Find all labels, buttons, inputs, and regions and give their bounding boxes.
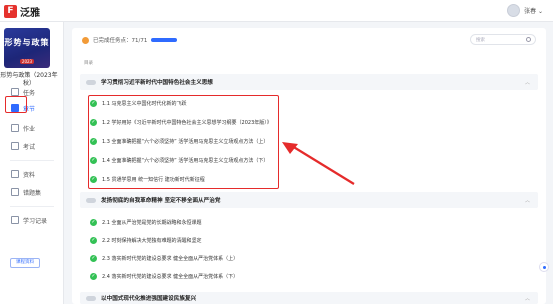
user-menu[interactable]: 张春 ⌄: [507, 4, 543, 17]
avatar: [507, 4, 521, 17]
section-header[interactable]: 以中国式现代化推进强国建设民族复兴 ︿: [80, 292, 538, 304]
sidebar-item-label: 资料: [23, 171, 36, 179]
list-item-label: 2.2 时刻保持解决大党独有难题的清醒和坚定: [102, 237, 202, 244]
progress-summary: 已完成任务点：71/71: [82, 36, 178, 44]
annotation-box-section1-items: [88, 95, 279, 189]
task-icon: [11, 88, 19, 96]
app-logo[interactable]: F 泛雅: [4, 4, 40, 19]
list-item[interactable]: ✓ 2.1 全面从严治党是党的长期战略和永恒课题: [90, 217, 202, 227]
progress-bar: [151, 38, 178, 42]
sidebar-item-label: 考试: [23, 143, 36, 151]
sidebar-item-wrong-questions[interactable]: 错题集: [11, 186, 41, 198]
section-title: 学习贯彻习近平新时代中国特色社会主义思想: [101, 80, 213, 86]
course-materials-button[interactable]: 课程资料: [10, 258, 40, 268]
sidebar-item-learning-record[interactable]: 学习记录: [11, 214, 47, 226]
chevron-up-icon[interactable]: ︿: [525, 295, 530, 302]
sidebar-item-label: 学习记录: [23, 217, 48, 225]
sidebar-item-homework[interactable]: 作业: [11, 122, 35, 134]
chevron-up-icon[interactable]: ︿: [525, 79, 530, 86]
sidebar-divider: [10, 206, 54, 207]
sidebar-item-label: 错题集: [23, 189, 42, 197]
homework-icon: [11, 124, 19, 132]
course-cover: 形势与政策 2023: [4, 28, 50, 68]
floating-help-button[interactable]: [539, 262, 549, 272]
sidebar: 形势与政策 2023 形势与政策（2023年秋） 任务 章节 作业 考试 资料 …: [0, 22, 64, 304]
section-toggle-icon: [86, 197, 96, 203]
sidebar-item-materials[interactable]: 资料: [11, 168, 35, 180]
chevron-up-icon[interactable]: ︿: [525, 197, 530, 204]
section-title: 发扬彻底的自我革命精神 坚定不移全面从严治党: [101, 198, 221, 204]
record-icon: [11, 216, 19, 224]
annotation-box-chapters: [5, 96, 27, 113]
list-item-label: 2.1 全面从严治党是党的长期战略和永恒课题: [102, 219, 202, 226]
course-cover-sub: 2023: [19, 59, 35, 64]
section-title: 以中国式现代化推进强国建设民族复兴: [101, 296, 197, 302]
list-item[interactable]: ✓ 2.2 时刻保持解决大党独有难题的清醒和坚定: [90, 235, 202, 245]
sidebar-item-exams[interactable]: 考试: [11, 140, 35, 152]
course-cover-title: 形势与政策: [4, 38, 50, 47]
section-toggle-icon: [86, 295, 96, 301]
search-icon[interactable]: [526, 37, 531, 42]
check-icon: ✓: [90, 218, 97, 226]
exam-icon: [11, 142, 19, 150]
logo-text: 泛雅: [20, 8, 40, 19]
logo-icon: F: [4, 5, 17, 18]
annotation-arrow-icon: [282, 142, 355, 185]
list-item[interactable]: ✓ 2.3 落实新时代党的建设总要求 健全全面从严治党体系（上）: [90, 253, 238, 263]
list-item-label: 2.3 落实新时代党的建设总要求 健全全面从严治党体系（上）: [102, 255, 239, 262]
progress-text: 已完成任务点：71/71: [93, 38, 148, 44]
section-header[interactable]: 发扬彻底的自我革命精神 坚定不移全面从严治党 ︿: [80, 192, 538, 208]
sidebar-divider: [10, 160, 54, 161]
directory-label: 目录: [84, 61, 93, 66]
section-header[interactable]: 学习贯彻习近平新时代中国特色社会主义思想 ︿: [80, 74, 538, 90]
list-item[interactable]: ✓ 2.4 落实新时代党的建设总要求 健全全面从严治党体系（下）: [90, 271, 238, 281]
check-icon: ✓: [90, 272, 97, 280]
progress-icon: [82, 36, 89, 44]
check-icon: ✓: [90, 236, 97, 244]
user-name: 张春 ⌄: [524, 8, 543, 15]
search-placeholder: 搜索: [476, 38, 485, 43]
check-icon: ✓: [90, 254, 97, 262]
sidebar-item-label: 作业: [23, 125, 36, 133]
section-toggle-icon: [86, 79, 96, 85]
materials-icon: [11, 170, 19, 178]
top-bar: F 泛雅 张春 ⌄: [0, 0, 553, 22]
search-input[interactable]: 搜索: [470, 34, 536, 45]
wrong-questions-icon: [11, 188, 19, 196]
list-item-label: 2.4 落实新时代党的建设总要求 健全全面从严治党体系（下）: [102, 273, 239, 280]
